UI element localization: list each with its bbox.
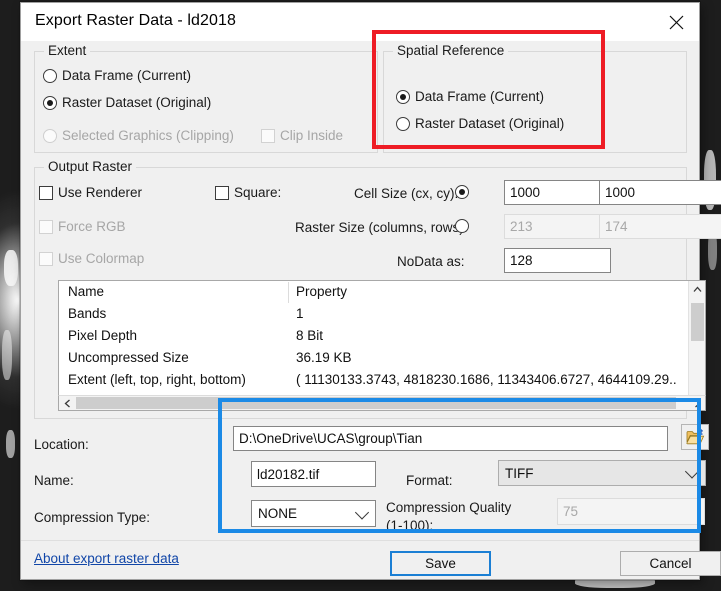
- radio-icon: [455, 219, 469, 233]
- compression-type-value: NONE: [258, 506, 298, 521]
- property-value: ( 11130133.3743, 4818230.1686, 11343406.…: [296, 372, 677, 387]
- radio-checked-icon: [43, 95, 57, 110]
- cell-size-label: Cell Size (cx, cy):: [354, 186, 459, 201]
- checkbox-icon: [39, 185, 53, 200]
- spatial-reference-group-legend: Spatial Reference: [393, 43, 509, 58]
- compression-quality-label-line2: (1-100):: [386, 518, 434, 533]
- table-header-row: Name Property: [59, 281, 705, 303]
- table-row[interactable]: Uncompressed Size 36.19 KB: [59, 347, 705, 369]
- raster-properties-list[interactable]: Name Property Bands 1 Pixel Depth 8 Bit …: [58, 280, 706, 410]
- format-select[interactable]: TIFF: [498, 460, 706, 486]
- format-label: Format:: [406, 473, 453, 488]
- about-export-raster-data-link[interactable]: About export raster data: [34, 551, 179, 566]
- extent-option-selected-graphics: Selected Graphics (Clipping): [43, 128, 234, 143]
- spatial-reference-option-data-frame[interactable]: Data Frame (Current): [396, 89, 544, 104]
- column-divider: [288, 282, 289, 303]
- use-colormap-label: Use Colormap: [58, 251, 145, 266]
- name-input[interactable]: ld20182.tif: [251, 461, 376, 487]
- nodata-input[interactable]: 128: [504, 248, 611, 273]
- raster-size-radio[interactable]: [455, 219, 474, 233]
- checkbox-icon: [261, 128, 275, 143]
- scrollbar-thumb[interactable]: [691, 303, 704, 341]
- location-label: Location:: [34, 437, 89, 452]
- close-button[interactable]: [653, 3, 699, 41]
- radio-icon: [396, 116, 410, 131]
- footer-divider: [21, 540, 699, 541]
- extent-option-label: Selected Graphics (Clipping): [62, 128, 234, 143]
- column-header-name: Name: [68, 284, 105, 299]
- checkbox-icon: [215, 185, 229, 200]
- compression-type-select[interactable]: NONE: [251, 500, 376, 527]
- horizontal-scrollbar[interactable]: [58, 395, 706, 411]
- column-header-property: Property: [296, 284, 348, 299]
- format-value: TIFF: [505, 465, 534, 481]
- chevron-down-icon: [684, 464, 700, 479]
- spatial-reference-option-raster-dataset[interactable]: Raster Dataset (Original): [396, 116, 564, 131]
- property-name: Extent (left, top, right, bottom): [68, 372, 246, 387]
- compression-quality-input: 75: [557, 498, 705, 525]
- location-input[interactable]: D:\OneDrive\UCAS\group\Tian: [233, 426, 668, 451]
- save-button[interactable]: Save: [390, 551, 491, 576]
- cancel-button[interactable]: Cancel: [620, 551, 721, 576]
- spatial-reference-option-label: Data Frame (Current): [415, 89, 545, 104]
- title-bar: Export Raster Data - ld2018: [21, 3, 699, 42]
- radio-checked-icon: [396, 89, 410, 104]
- scroll-up-icon[interactable]: [689, 281, 706, 298]
- radio-icon: [43, 68, 57, 83]
- table-row[interactable]: Bands 1: [59, 303, 705, 325]
- property-value: 36.19 KB: [296, 350, 352, 365]
- property-value: 8 Bit: [296, 328, 324, 343]
- checkbox-icon: [39, 219, 53, 234]
- name-label: Name:: [34, 473, 74, 488]
- folder-open-icon: [685, 428, 704, 444]
- close-icon: [669, 15, 683, 29]
- extent-option-label: Raster Dataset (Original): [62, 95, 212, 110]
- property-name: Bands: [68, 306, 107, 321]
- raster-size-label: Raster Size (columns, rows):: [295, 220, 468, 235]
- scroll-left-icon[interactable]: [59, 396, 75, 410]
- property-name: Pixel Depth: [68, 328, 138, 343]
- cell-size-radio[interactable]: [455, 185, 474, 199]
- square-label: Square:: [234, 185, 282, 200]
- scroll-right-icon[interactable]: [689, 396, 705, 410]
- checkbox-icon: [39, 251, 53, 266]
- compression-quality-label-line1: Compression Quality: [386, 500, 512, 515]
- use-renderer-checkbox[interactable]: Use Renderer: [39, 185, 142, 200]
- table-row[interactable]: Extent (left, top, right, bottom) ( 1113…: [59, 369, 705, 391]
- vertical-scrollbar[interactable]: [688, 281, 705, 409]
- property-value: 1: [296, 306, 304, 321]
- radio-icon: [43, 128, 57, 143]
- cell-size-cy-input[interactable]: 1000: [599, 180, 721, 205]
- extent-option-raster-dataset[interactable]: Raster Dataset (Original): [43, 95, 211, 110]
- force-rgb-checkbox: Force RGB: [39, 219, 126, 234]
- compression-type-label: Compression Type:: [34, 510, 151, 525]
- nodata-label: NoData as:: [397, 254, 465, 269]
- export-raster-data-dialog: Export Raster Data - ld2018 Extent Data …: [20, 2, 721, 580]
- raster-size-rows-input: 174: [599, 214, 721, 239]
- property-name: Uncompressed Size: [68, 350, 189, 365]
- use-colormap-checkbox: Use Colormap: [39, 251, 144, 266]
- force-rgb-label: Force RGB: [58, 219, 126, 234]
- spatial-reference-option-label: Raster Dataset (Original): [415, 116, 565, 131]
- table-row[interactable]: Pixel Depth 8 Bit: [59, 325, 705, 347]
- page-title: Export Raster Data - ld2018: [35, 12, 237, 29]
- browse-folder-button[interactable]: [681, 424, 709, 450]
- clip-inside-label: Clip Inside: [280, 128, 344, 143]
- clip-inside-checkbox: Clip Inside: [261, 128, 343, 143]
- extent-option-data-frame[interactable]: Data Frame (Current): [43, 68, 191, 83]
- output-raster-group-legend: Output Raster: [44, 159, 137, 174]
- chevron-down-icon: [354, 504, 370, 520]
- radio-checked-icon: [455, 185, 469, 199]
- use-renderer-label: Use Renderer: [58, 185, 143, 200]
- square-checkbox[interactable]: Square:: [215, 185, 281, 200]
- extent-option-label: Data Frame (Current): [62, 68, 192, 83]
- extent-group-legend: Extent: [44, 43, 91, 58]
- scrollbar-thumb[interactable]: [76, 397, 676, 409]
